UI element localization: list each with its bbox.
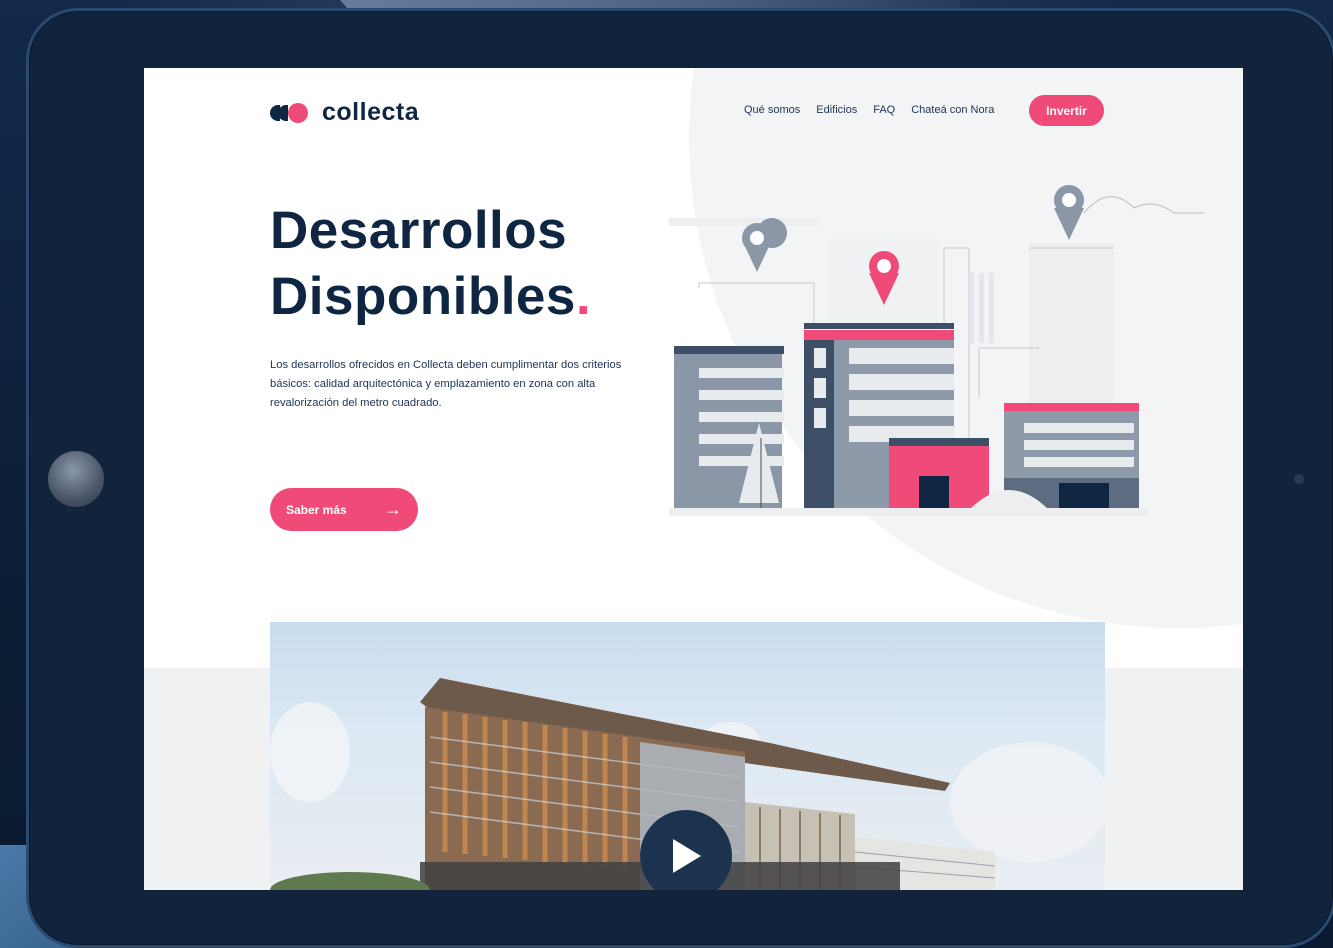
title-line-2: Disponibles [270, 267, 576, 326]
hero-description: Los desarrollos ofrecidos en Collecta de… [270, 359, 622, 409]
buildings-illustration [669, 185, 1204, 516]
navbar: collecta Qué somos Edificios FAQ Chateá … [144, 68, 1243, 158]
map-pin-icon [742, 218, 787, 272]
title-line-1: Desarrollos [270, 201, 568, 260]
learn-more-button[interactable]: Saber más → [270, 488, 418, 531]
logo-icon [270, 101, 314, 125]
camera-sensor [1294, 474, 1304, 484]
video-thumbnail[interactable] [270, 622, 1105, 890]
website-screen: collecta Qué somos Edificios FAQ Chateá … [144, 68, 1243, 890]
logo[interactable]: collecta [270, 98, 419, 127]
nav-menu: Qué somos Edificios FAQ Chateá con Nora [744, 104, 994, 116]
invest-button[interactable]: Invertir [1029, 95, 1104, 126]
home-button[interactable] [48, 451, 104, 507]
logo-text: collecta [322, 98, 420, 126]
learn-more-label: Saber más [286, 502, 347, 517]
nav-item-que-somos[interactable]: Qué somos [744, 104, 800, 116]
title-dot: . [575, 267, 592, 326]
nav-item-faq[interactable]: FAQ [873, 104, 895, 116]
nav-item-chat-nora[interactable]: Chateá con Nora [911, 104, 994, 116]
nav-item-edificios[interactable]: Edificios [816, 104, 857, 116]
page-title: Desarrollos Disponibles. [270, 198, 591, 330]
arrow-right-icon: → [384, 499, 402, 519]
play-icon [673, 839, 701, 873]
